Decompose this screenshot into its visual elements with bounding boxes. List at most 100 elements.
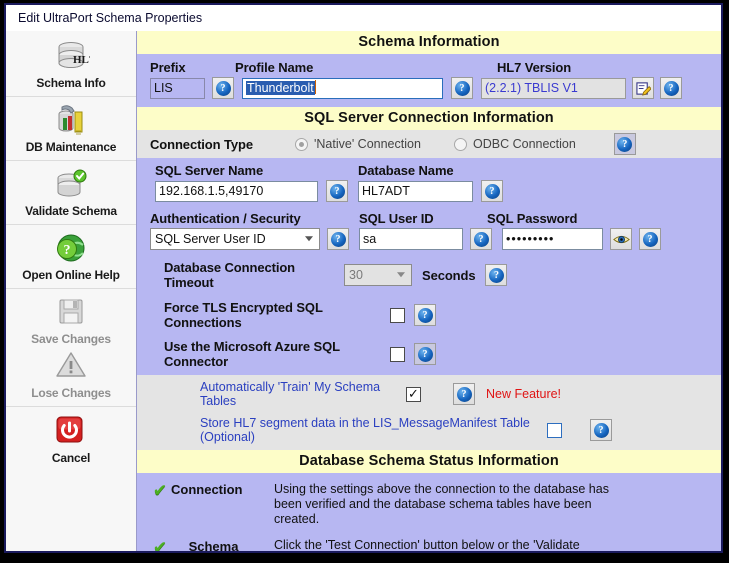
database-hl7-icon: HL7 [52,40,95,74]
svg-text:?: ? [64,243,71,258]
hl7-version-edit-button[interactable] [632,77,654,99]
globe-help-icon: ? [52,232,90,266]
prefix-input[interactable]: LIS [150,77,205,99]
sql-connection-header: SQL Server Connection Information [137,107,721,130]
title-bar: Edit UltraPort Schema Properties [6,5,721,31]
window-title: Edit UltraPort Schema Properties [18,11,203,25]
pencil-edit-icon [635,81,651,96]
hl7-version-input: (2.2.1) TBLIS V1 [481,77,626,99]
question-mark-icon: ? [488,267,504,283]
connection-type-label: Connection Type [150,136,253,152]
status-title-connection: Connection [171,482,243,497]
azure-connector-checkbox[interactable] [390,346,405,362]
profile-name-help-button[interactable]: ? [451,77,473,99]
new-feature-badge: New Feature! [486,387,562,401]
database-name-label: Database Name [358,163,454,178]
sidebar-item-save-changes[interactable]: Save Changes [6,289,136,348]
sql-password-help-button[interactable]: ? [639,228,661,250]
authentication-select[interactable]: SQL Server User ID [150,228,320,250]
extra-options-band: Automatically 'Train' My Schema Tables ✓… [137,375,721,450]
radio-native-connection[interactable] [295,137,308,151]
screen: Edit UltraPort Schema Properties HL7 [0,0,729,563]
force-tls-label: Force TLS Encrypted SQL Connections [164,300,323,330]
checkmark-icon: ✓ [408,386,419,402]
eye-icon [612,235,630,243]
radio-odbc-connection-label: ODBC Connection [473,137,576,151]
profile-name-label: Profile Name [235,60,314,75]
schema-info-labels-row: Prefix Profile Name HL7 Version [137,60,721,75]
prefix-help-button[interactable]: ? [212,77,234,99]
store-manifest-checkbox[interactable] [547,422,562,438]
store-manifest-row: Store HL7 segment data in the LIS_Messag… [137,416,721,444]
status-row-connection: ✔ Connection Using the settings above th… [137,481,721,527]
schema-status-header: Database Schema Status Information [137,450,721,473]
hl7-version-label: HL7 Version [497,60,572,75]
sidebar-label-open-online-help: Open Online Help [22,268,120,282]
radio-native-connection-label: 'Native' Connection [314,137,421,151]
sidebar-item-db-maintenance[interactable]: DB Maintenance [6,97,136,161]
sidebar-item-schema-info[interactable]: HL7 Schema Info [6,31,136,97]
timeout-unit-label: Seconds [422,267,476,283]
sidebar: HL7 Schema Info [6,31,137,551]
sidebar-item-open-online-help[interactable]: ? Open Online Help [6,225,136,289]
question-mark-icon: ? [593,422,609,438]
window-body: HL7 Schema Info [6,31,721,551]
question-mark-icon: ? [417,307,433,323]
sql-password-label: SQL Password [487,211,578,226]
timeout-select[interactable]: 30 [344,264,412,286]
floppy-save-icon [52,296,90,330]
sql-server-name-input[interactable]: 192.168.1.5,49170 [155,180,318,202]
profile-name-input[interactable]: Thunderbolt [242,77,443,99]
question-mark-icon: ? [484,183,500,199]
auto-train-checkbox[interactable]: ✓ [406,386,421,402]
toggle-password-visibility-button[interactable] [610,228,632,250]
sidebar-label-cancel: Cancel [51,451,91,465]
status-description-schema-tables: Click the 'Test Connection' button below… [274,538,580,551]
radio-odbc-connection[interactable] [454,137,467,151]
question-mark-icon: ? [329,183,345,199]
azure-connector-label: Use the Microsoft Azure SQL Connector [164,339,340,369]
auth-labels-row: Authentication / Security SQL User ID SQ… [137,211,721,226]
database-name-input[interactable]: HL7ADT [358,180,473,202]
status-title-line-1: Schema [188,539,239,552]
radio-dot-icon [299,141,304,147]
connection-type-help-button[interactable]: ? [613,133,636,155]
database-name-help-button[interactable]: ? [481,180,503,202]
sql-user-id-input[interactable]: sa [359,228,463,250]
force-tls-help-button[interactable]: ? [414,304,436,326]
green-check-icon: ✔ [152,481,168,501]
question-mark-icon: ? [642,231,658,247]
status-row-schema-tables: ✔ Schema Tables Click the 'Test Connecti… [137,538,721,552]
sql-user-id-help-button[interactable]: ? [470,228,492,250]
auto-train-help-button[interactable]: ? [453,383,475,405]
application-window: Edit UltraPort Schema Properties HL7 [4,3,723,553]
store-manifest-help-button[interactable]: ? [590,419,612,441]
green-check-icon: ✔ [152,538,168,552]
connection-type-row: Connection Type 'Native' Connection ODBC… [137,130,721,158]
question-mark-icon: ? [417,346,433,362]
auth-fields-row: SQL Server User ID ? sa ? ••••••••• ? [137,228,721,250]
question-mark-icon: ? [617,136,633,152]
main-content: Schema Information Prefix Profile Name H… [137,31,721,551]
hl7-version-help-button[interactable]: ? [660,77,682,99]
sql-server-name-label: SQL Server Name [155,163,264,178]
authentication-help-button[interactable]: ? [327,228,349,250]
sidebar-label-lose-changes: Lose Changes [31,386,111,400]
sidebar-item-validate-schema[interactable]: Validate Schema [6,161,136,225]
prefix-label: Prefix [150,60,186,75]
schema-information-header: Schema Information [137,31,721,54]
profile-name-value: Thunderbolt [246,80,315,95]
schema-information-panel: Prefix Profile Name HL7 Version LIS ? Th… [137,54,721,107]
azure-connector-help-button[interactable]: ? [414,343,436,365]
sidebar-label-schema-info: Schema Info [36,76,106,90]
sidebar-item-lose-changes[interactable]: Lose Changes [6,348,136,407]
question-mark-icon: ? [473,231,489,247]
sidebar-item-cancel[interactable]: Cancel [6,407,136,471]
status-description-connection: Using the settings above the connection … [274,482,609,526]
sql-server-name-help-button[interactable]: ? [326,180,348,202]
question-mark-icon: ? [330,231,346,247]
force-tls-checkbox[interactable] [390,307,405,323]
sql-user-id-label: SQL User ID [359,211,434,226]
timeout-help-button[interactable]: ? [485,264,508,286]
sql-password-input[interactable]: ••••••••• [502,228,603,250]
